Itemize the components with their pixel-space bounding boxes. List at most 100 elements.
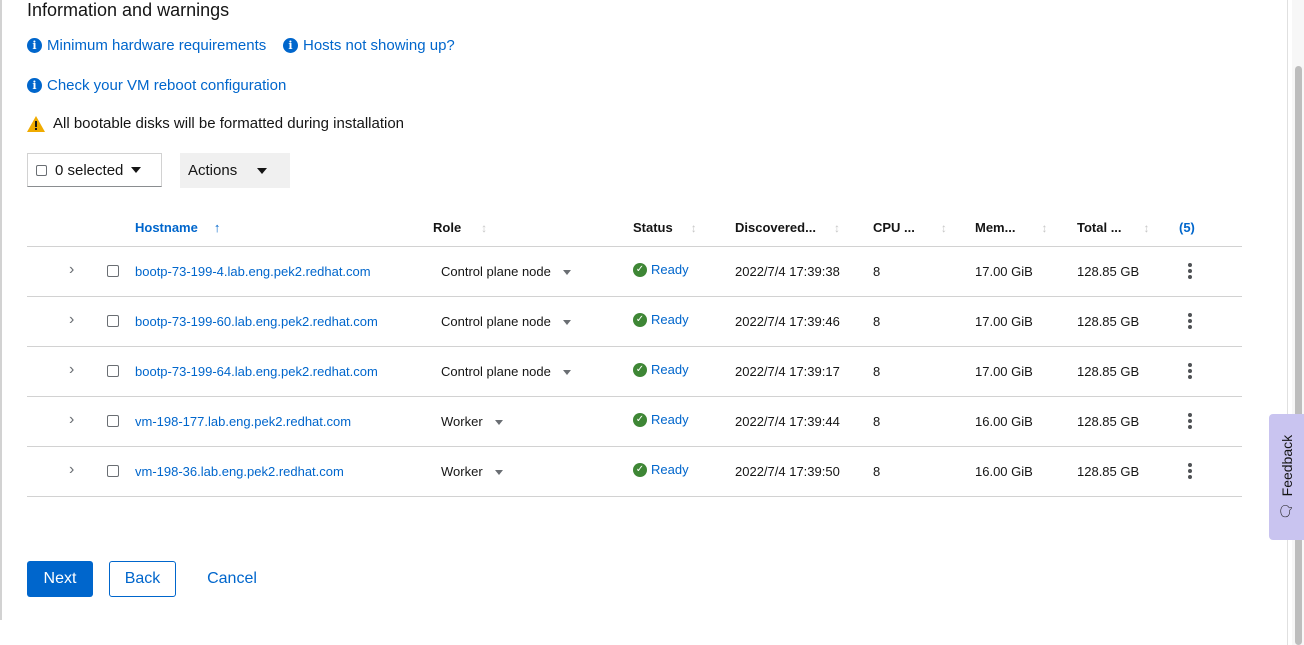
status-label: Ready	[651, 462, 689, 477]
cpu-count: 8	[873, 414, 881, 429]
expand-chevron-icon[interactable]: ›	[69, 411, 74, 429]
column-total[interactable]: Total ... ↕	[1077, 220, 1150, 235]
column-role-label: Role	[433, 220, 462, 235]
caret-down-icon	[257, 167, 268, 174]
memory-value: 16.00 GiB	[975, 414, 1033, 429]
role-dropdown[interactable]: Control plane node	[441, 364, 571, 379]
feedback-label: Feedback	[1278, 434, 1295, 496]
row-checkbox[interactable]	[107, 365, 119, 377]
sort-icon: ↕	[833, 220, 840, 235]
hostname-link[interactable]: bootp-73-199-64.lab.eng.pek2.redhat.com	[135, 364, 378, 379]
column-discovered[interactable]: Discovered... ↕	[735, 220, 840, 235]
column-role[interactable]: Role ↕	[433, 220, 487, 235]
cpu-count: 8	[873, 264, 881, 279]
next-button[interactable]: Next	[27, 561, 93, 597]
status-badge[interactable]: ✓ Ready	[633, 312, 689, 327]
table-row: › bootp-73-199-64.lab.eng.pek2.redhat.co…	[27, 347, 1242, 397]
status-badge[interactable]: ✓ Ready	[633, 462, 689, 477]
scrollbar-thumb[interactable]	[1295, 66, 1302, 645]
role-label: Control plane node	[441, 314, 551, 329]
column-memory[interactable]: Mem... ↕	[975, 220, 1047, 235]
discovered-time: 2022/7/4 17:39:46	[735, 314, 840, 329]
vm-reboot-config-link[interactable]: i Check your VM reboot configuration	[27, 77, 286, 94]
expand-chevron-icon[interactable]: ›	[69, 361, 74, 379]
warning-text: All bootable disks will be formatted dur…	[53, 115, 405, 132]
kebab-menu-icon[interactable]	[1188, 463, 1192, 479]
info-icon: i	[27, 38, 42, 53]
expand-chevron-icon[interactable]: ›	[69, 261, 74, 279]
feedback-icon: 🗨	[1278, 501, 1295, 520]
role-dropdown[interactable]: Control plane node	[441, 314, 571, 329]
cpu-count: 8	[873, 364, 881, 379]
role-label: Worker	[441, 414, 483, 429]
actions-dropdown[interactable]: Actions	[180, 153, 290, 188]
discovered-time: 2022/7/4 17:39:17	[735, 364, 840, 379]
row-checkbox[interactable]	[107, 265, 119, 277]
hosts-not-showing-link[interactable]: i Hosts not showing up?	[283, 37, 455, 54]
check-circle-icon: ✓	[633, 412, 647, 427]
caret-down-icon	[562, 370, 571, 376]
row-checkbox[interactable]	[107, 315, 119, 327]
role-label: Worker	[441, 464, 483, 479]
bulk-select-checkbox[interactable]	[36, 164, 47, 176]
check-circle-icon: ✓	[633, 262, 647, 277]
status-badge[interactable]: ✓ Ready	[633, 362, 689, 377]
expand-chevron-icon[interactable]: ›	[69, 461, 74, 479]
info-icon: i	[283, 38, 298, 53]
column-hostname[interactable]: Hostname ↑	[135, 220, 220, 235]
total-disk-value: 128.85 GB	[1077, 364, 1140, 379]
discovered-time: 2022/7/4 17:39:50	[735, 464, 840, 479]
hardware-requirements-link[interactable]: i Minimum hardware requirements	[27, 37, 266, 54]
column-discovered-label: Discovered...	[735, 220, 816, 235]
kebab-menu-icon[interactable]	[1188, 313, 1192, 329]
back-button[interactable]: Back	[109, 561, 176, 597]
column-hostname-label: Hostname	[135, 220, 198, 235]
column-cpu[interactable]: CPU ... ↕	[873, 220, 947, 235]
discovered-time: 2022/7/4 17:39:44	[735, 414, 840, 429]
caret-down-icon	[562, 320, 571, 326]
role-label: Control plane node	[441, 364, 551, 379]
caret-down-icon	[494, 420, 503, 426]
kebab-menu-icon[interactable]	[1188, 363, 1192, 379]
role-dropdown[interactable]: Worker	[441, 414, 503, 429]
feedback-tab[interactable]: 🗨 Feedback	[1269, 414, 1304, 540]
hostname-link[interactable]: bootp-73-199-60.lab.eng.pek2.redhat.com	[135, 314, 378, 329]
expand-chevron-icon[interactable]: ›	[69, 311, 74, 329]
discovered-time: 2022/7/4 17:39:38	[735, 264, 840, 279]
sort-icon: ↕	[940, 220, 947, 235]
format-warning: All bootable disks will be formatted dur…	[27, 115, 404, 132]
role-dropdown[interactable]: Worker	[441, 464, 503, 479]
row-checkbox[interactable]	[107, 465, 119, 477]
kebab-menu-icon[interactable]	[1188, 263, 1192, 279]
vm-reboot-config-label: Check your VM reboot configuration	[47, 77, 287, 94]
bulk-select-dropdown[interactable]: 0 selected	[27, 153, 162, 187]
caret-down-icon	[562, 270, 571, 276]
table-row: › vm-198-36.lab.eng.pek2.redhat.com Work…	[27, 447, 1242, 497]
cpu-count: 8	[873, 464, 881, 479]
hostname-link[interactable]: bootp-73-199-4.lab.eng.pek2.redhat.com	[135, 264, 371, 279]
column-status[interactable]: Status ↕	[633, 220, 697, 235]
sort-icon: ↕	[1143, 220, 1150, 235]
bulk-select-label: 0 selected	[55, 161, 124, 179]
sort-icon: ↕	[1041, 220, 1048, 235]
right-panel-border	[1287, 0, 1288, 645]
column-cpu-label: CPU ...	[873, 220, 915, 235]
actions-label: Actions	[188, 162, 238, 179]
sort-icon: ↕	[690, 220, 697, 235]
status-badge[interactable]: ✓ Ready	[633, 262, 689, 277]
memory-value: 17.00 GiB	[975, 314, 1033, 329]
role-dropdown[interactable]: Control plane node	[441, 264, 571, 279]
hostname-link[interactable]: vm-198-36.lab.eng.pek2.redhat.com	[135, 464, 344, 479]
total-disk-value: 128.85 GB	[1077, 264, 1140, 279]
cancel-button[interactable]: Cancel	[200, 561, 264, 597]
status-label: Ready	[651, 262, 689, 277]
status-badge[interactable]: ✓ Ready	[633, 412, 689, 427]
hostname-link[interactable]: vm-198-177.lab.eng.pek2.redhat.com	[135, 414, 351, 429]
caret-down-icon	[494, 470, 503, 476]
total-disk-value: 128.85 GB	[1077, 464, 1140, 479]
kebab-menu-icon[interactable]	[1188, 413, 1192, 429]
memory-value: 16.00 GiB	[975, 464, 1033, 479]
check-circle-icon: ✓	[633, 462, 647, 477]
row-checkbox[interactable]	[107, 415, 119, 427]
host-count: (5)	[1179, 220, 1195, 235]
